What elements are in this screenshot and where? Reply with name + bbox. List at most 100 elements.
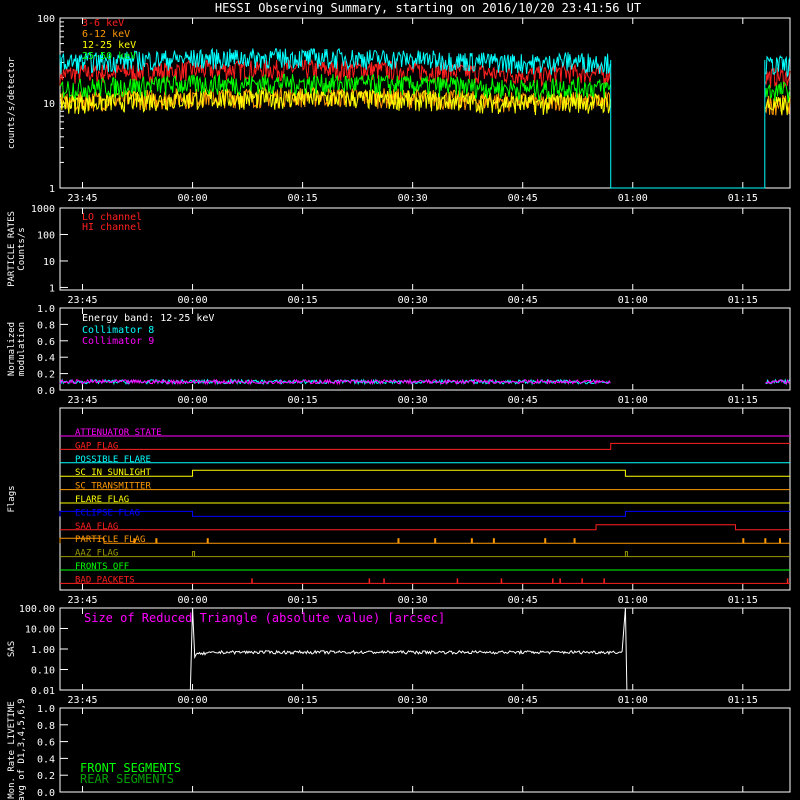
flag-spike [552, 578, 554, 584]
flag-spike [397, 538, 400, 544]
y-tick-label: 10 [43, 99, 55, 110]
x-tick-label: 00:00 [177, 595, 207, 606]
x-tick-label: 23:45 [67, 193, 97, 204]
y-tick-label: 100.00 [19, 604, 55, 615]
x-tick-label: 01:00 [618, 595, 648, 606]
y-tick-label: 0.0 [37, 788, 55, 799]
hessi-summary-plot: HESSI Observing Summary, starting on 201… [0, 0, 791, 800]
count-rate-line [59, 87, 791, 116]
x-tick-label: 00:15 [288, 193, 318, 204]
y-tick-label: 0.8 [37, 320, 55, 331]
x-tick-label: 01:15 [728, 395, 758, 406]
x-tick-label: 00:15 [288, 695, 318, 706]
y-tick-label: 0.01 [31, 686, 55, 697]
x-tick-label: 00:00 [177, 395, 207, 406]
x-tick-label: 01:15 [728, 695, 758, 706]
flag-spike [624, 551, 628, 557]
x-tick-label: 23:45 [67, 295, 97, 306]
x-tick-label: 01:00 [618, 295, 648, 306]
legend-entry: 3-6 keV [82, 18, 124, 29]
chart-title: HESSI Observing Summary, starting on 201… [215, 1, 641, 15]
flag-label: ECLIPSE FLAG [75, 508, 140, 518]
y-tick-label: 1.00 [31, 645, 55, 656]
y-tick-label: 1 [49, 283, 55, 294]
y-axis-label: Normalized [7, 322, 17, 376]
legend-entry: 12-25 keV [82, 40, 136, 51]
flag-spike [786, 578, 789, 584]
flag-spike [456, 578, 459, 584]
flag-spike [603, 578, 605, 584]
x-tick-label: 00:15 [288, 395, 318, 406]
y-tick-label: 0.10 [31, 666, 55, 677]
flag-line [60, 442, 790, 450]
y-axis-label: counts/s/detector [7, 56, 17, 149]
x-tick-label: 01:00 [618, 395, 648, 406]
y-tick-label: 0.4 [37, 754, 55, 765]
y-tick-label: 10.00 [25, 625, 55, 636]
y-axis-label: modulation [17, 322, 27, 376]
x-tick-label: 00:15 [288, 295, 318, 306]
flag-spike [192, 551, 196, 557]
y-tick-label: 0.6 [37, 337, 55, 348]
x-tick-label: 00:45 [508, 295, 538, 306]
chart-annotation: Energy band: 12-25 keV [82, 313, 214, 324]
legend-entry: 6-12 keV [82, 29, 130, 40]
y-tick-label: 1.0 [37, 304, 55, 315]
y-tick-label: 1.0 [37, 704, 55, 715]
y-axis-label: Mon. Rate LIVETIME [7, 701, 17, 799]
flag-spike [251, 578, 253, 584]
y-tick-label: 1 [49, 184, 55, 195]
legend-entry: Collimator 8 [82, 325, 154, 336]
x-tick-label: 00:30 [398, 395, 428, 406]
flag-spike [581, 578, 583, 584]
flag-line [60, 524, 790, 531]
y-tick-label: 0.8 [37, 721, 55, 732]
y-tick-label: 10 [43, 257, 55, 268]
flag-spike [544, 538, 547, 544]
flag-line [59, 537, 790, 544]
x-tick-label: 23:45 [67, 595, 97, 606]
flag-spike [492, 538, 495, 544]
x-tick-label: 00:30 [398, 595, 428, 606]
x-tick-label: 01:00 [618, 193, 648, 204]
y-axis-label: avg of D1,3,4,5,6,9 [17, 699, 27, 800]
x-tick-label: 00:45 [508, 595, 538, 606]
flag-line [60, 469, 790, 477]
y-tick-label: 0.2 [37, 370, 55, 381]
y-tick-label: 0.2 [37, 771, 55, 782]
y-tick-label: 1000 [31, 204, 55, 215]
x-tick-label: 01:15 [728, 595, 758, 606]
flag-spike [559, 578, 561, 584]
legend-entry: REAR SEGMENTS [80, 772, 174, 786]
gap-line [610, 60, 766, 189]
flag-spike [368, 578, 371, 584]
y-axis-label: PARTICLE RATES [7, 211, 17, 287]
flag-spike [573, 538, 576, 544]
x-tick-label: 00:15 [288, 595, 318, 606]
legend-entry: HI channel [82, 222, 142, 233]
x-tick-label: 23:45 [67, 695, 97, 706]
y-tick-label: 100 [37, 230, 55, 241]
flag-spike [500, 578, 503, 584]
y-tick-label: 100 [37, 14, 55, 25]
x-tick-label: 01:00 [618, 695, 648, 706]
x-tick-label: 00:45 [508, 193, 538, 204]
x-tick-label: 00:30 [398, 295, 428, 306]
panel-frame [59, 207, 791, 291]
y-tick-label: 0.6 [37, 738, 55, 749]
y-axis-label: Counts/s [17, 227, 27, 270]
x-tick-label: 00:00 [177, 695, 207, 706]
legend-entry: Collimator 9 [82, 336, 154, 347]
flag-spike [742, 538, 745, 544]
y-tick-label: 0.0 [37, 386, 55, 397]
flag-spike [470, 538, 473, 544]
y-axis-label: SAS [7, 641, 17, 657]
x-tick-label: 23:45 [67, 395, 97, 406]
panel-frame [59, 407, 791, 591]
x-tick-label: 00:45 [508, 395, 538, 406]
x-tick-label: 00:00 [177, 295, 207, 306]
x-tick-label: 01:15 [728, 193, 758, 204]
flag-spike [764, 538, 767, 544]
legend-entry: 25-50 keV [82, 51, 136, 62]
x-tick-label: 00:30 [398, 193, 428, 204]
